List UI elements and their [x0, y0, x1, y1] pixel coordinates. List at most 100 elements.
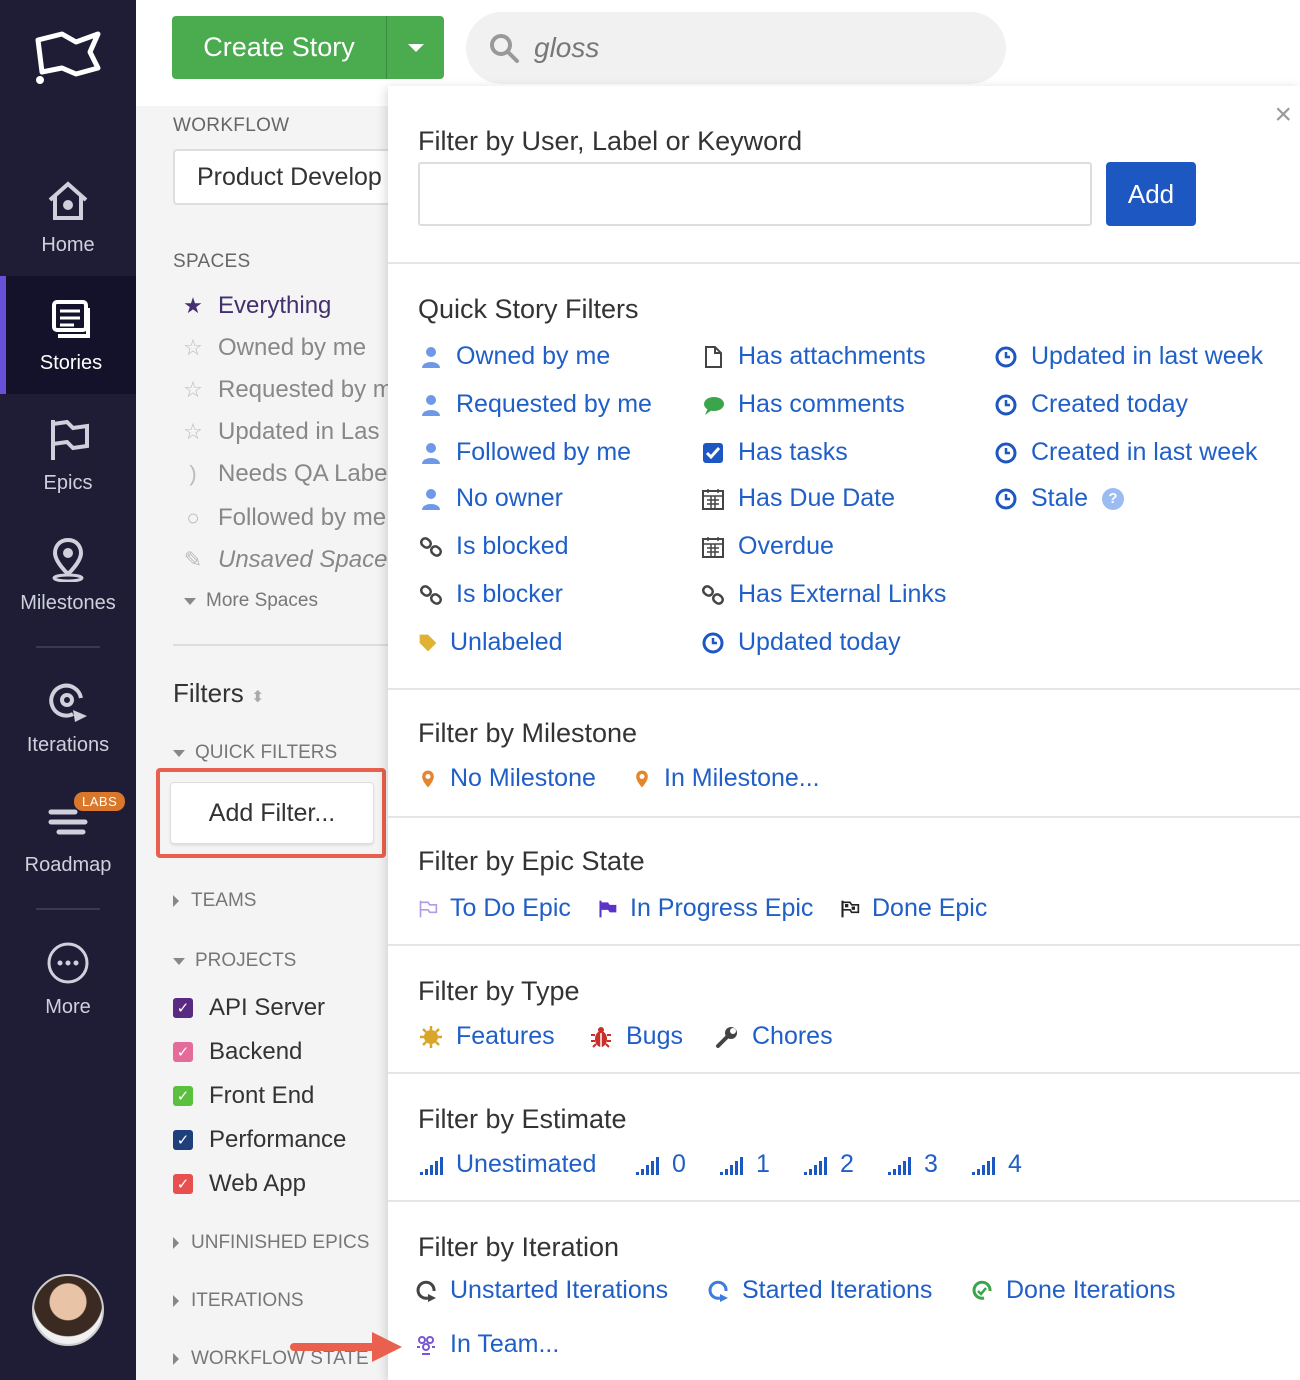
- filter-has-due-date[interactable]: Has Due Date: [700, 484, 895, 513]
- filter-created-last-week[interactable]: Created in last week: [993, 438, 1258, 467]
- project-item[interactable]: ✓ Front End: [173, 1082, 314, 1110]
- filter-todo-epic[interactable]: To Do Epic: [418, 894, 571, 923]
- section-title: Filter by Milestone: [418, 718, 638, 748]
- unfinished-epics-toggle[interactable]: UNFINISHED EPICS: [173, 1232, 369, 1254]
- nav-home[interactable]: Home: [0, 158, 136, 276]
- filter-label: No owner: [456, 484, 563, 512]
- checkbox-icon[interactable]: ✓: [173, 1086, 193, 1106]
- create-story-button[interactable]: Create Story: [172, 16, 386, 79]
- user-avatar[interactable]: [32, 1274, 104, 1346]
- filter-stale[interactable]: Stale?: [993, 484, 1124, 513]
- caret-right-icon: [173, 1353, 179, 1365]
- filter-unstarted-iterations[interactable]: Unstarted Iterations: [414, 1276, 668, 1305]
- space-item[interactable]: ☆ Requested by m: [180, 376, 388, 404]
- filter-has-attachments[interactable]: Has attachments: [700, 342, 926, 371]
- project-item[interactable]: ✓ Performance: [173, 1126, 346, 1154]
- filter-estimate-3[interactable]: 3: [886, 1150, 938, 1179]
- filter-created-today[interactable]: Created today: [993, 390, 1188, 419]
- more-icon: [47, 942, 89, 983]
- filter-unlabeled[interactable]: Unlabeled: [418, 628, 563, 657]
- workflow-select[interactable]: Product Develop: [173, 149, 388, 205]
- filter-in-milestone[interactable]: In Milestone...: [632, 764, 820, 793]
- space-item[interactable]: ) Needs QA Labe: [180, 460, 387, 488]
- filter-no-milestone[interactable]: No Milestone: [418, 764, 596, 793]
- filter-has-tasks[interactable]: Has tasks: [700, 438, 848, 467]
- add-keyword-button[interactable]: Add: [1106, 162, 1196, 226]
- filter-overdue[interactable]: Overdue: [700, 532, 834, 561]
- space-item[interactable]: ★ Everything: [180, 292, 331, 320]
- project-item[interactable]: ✓ Backend: [173, 1038, 302, 1066]
- filter-estimate-0[interactable]: 0: [634, 1150, 686, 1179]
- filter-label: Done Iterations: [1006, 1276, 1176, 1304]
- filter-estimate-4[interactable]: 4: [970, 1150, 1022, 1179]
- space-item[interactable]: ○ Followed by me: [180, 504, 386, 532]
- clock-icon: [700, 630, 726, 656]
- filter-label: Is blocker: [456, 580, 563, 608]
- filter-owned-by-me[interactable]: Owned by me: [418, 342, 610, 371]
- workflow-state-toggle[interactable]: WORKFLOW STATE: [173, 1348, 369, 1370]
- filter-unestimated[interactable]: Unestimated: [418, 1150, 596, 1179]
- filter-no-owner[interactable]: No owner: [418, 484, 563, 513]
- filter-features[interactable]: Features: [418, 1022, 555, 1051]
- space-item[interactable]: ☆ Updated in Las: [180, 418, 379, 446]
- workflow-label: WORKFLOW: [173, 115, 290, 136]
- filter-is-blocker[interactable]: Is blocker: [418, 580, 563, 609]
- filter-done-epic[interactable]: Done Epic: [840, 894, 987, 923]
- filter-followed-by-me[interactable]: Followed by me: [418, 438, 631, 467]
- filter-bugs[interactable]: Bugs: [588, 1022, 683, 1051]
- nav-home-label: Home: [41, 233, 95, 256]
- search-bar[interactable]: [466, 12, 1006, 84]
- filter-requested-by-me[interactable]: Requested by me: [418, 390, 652, 419]
- main-nav: Home Stories Epics Milestones Iterations…: [0, 0, 136, 1380]
- iteration-unstarted-icon: [414, 1278, 438, 1304]
- filter-is-blocked[interactable]: Is blocked: [418, 532, 569, 561]
- nav-epics[interactable]: Epics: [0, 396, 136, 514]
- nav-stories[interactable]: Stories: [0, 276, 136, 394]
- space-item[interactable]: ☆ Owned by me: [180, 334, 366, 362]
- nav-more[interactable]: More: [0, 920, 136, 1038]
- nav-milestones[interactable]: Milestones: [0, 516, 136, 634]
- section-title: Filter by Type: [418, 976, 580, 1006]
- filter-in-progress-epic[interactable]: In Progress Epic: [598, 894, 813, 923]
- filter-started-iterations[interactable]: Started Iterations: [706, 1276, 932, 1305]
- filter-label: Overdue: [738, 532, 834, 560]
- help-icon[interactable]: ?: [1101, 487, 1124, 510]
- quick-filters-toggle[interactable]: QUICK FILTERS: [173, 742, 337, 764]
- nav-roadmap[interactable]: Roadmap: [0, 778, 136, 896]
- project-label: API Server: [209, 994, 326, 1021]
- checkbox-icon[interactable]: ✓: [173, 1130, 193, 1150]
- iterations-toggle[interactable]: ITERATIONS: [173, 1290, 304, 1312]
- project-item[interactable]: ✓ API Server: [173, 994, 325, 1022]
- filter-in-team[interactable]: In Team...: [414, 1330, 559, 1359]
- add-filter-button[interactable]: Add Filter...: [170, 782, 374, 844]
- filter-has-external-links[interactable]: Has External Links: [700, 580, 946, 609]
- close-icon[interactable]: ×: [1274, 98, 1292, 132]
- logo-icon[interactable]: [32, 28, 104, 88]
- search-input[interactable]: [534, 32, 934, 64]
- checkbox-icon[interactable]: ✓: [173, 998, 193, 1018]
- filter-estimate-1[interactable]: 1: [718, 1150, 770, 1179]
- clock-icon: [993, 486, 1019, 512]
- keyword-input[interactable]: [418, 162, 1092, 226]
- filter-updated-today[interactable]: Updated today: [700, 628, 901, 657]
- more-spaces-toggle[interactable]: More Spaces: [184, 590, 318, 612]
- projects-toggle[interactable]: PROJECTS: [173, 950, 296, 972]
- search-icon: [490, 34, 519, 63]
- project-item[interactable]: ✓ Web App: [173, 1170, 306, 1198]
- create-story-dropdown[interactable]: [386, 16, 444, 79]
- checkbox-icon[interactable]: ✓: [173, 1042, 193, 1062]
- filter-done-iterations[interactable]: Done Iterations: [970, 1276, 1176, 1305]
- wrench-icon: [714, 1024, 740, 1050]
- filter-has-comments[interactable]: Has comments: [700, 390, 905, 419]
- filter-updated-last-week[interactable]: Updated in last week: [993, 342, 1263, 371]
- filters-title[interactable]: Filters ⬍: [173, 678, 264, 709]
- iterations-icon: [49, 683, 87, 722]
- space-item[interactable]: ✎ Unsaved Space: [180, 546, 388, 574]
- nav-iterations[interactable]: Iterations: [0, 658, 136, 776]
- project-label: Backend: [209, 1038, 303, 1065]
- checkbox-icon[interactable]: ✓: [173, 1174, 193, 1194]
- iteration-done-icon: [970, 1278, 994, 1304]
- filter-chores[interactable]: Chores: [714, 1022, 833, 1051]
- teams-toggle[interactable]: TEAMS: [173, 890, 256, 912]
- filter-estimate-2[interactable]: 2: [802, 1150, 854, 1179]
